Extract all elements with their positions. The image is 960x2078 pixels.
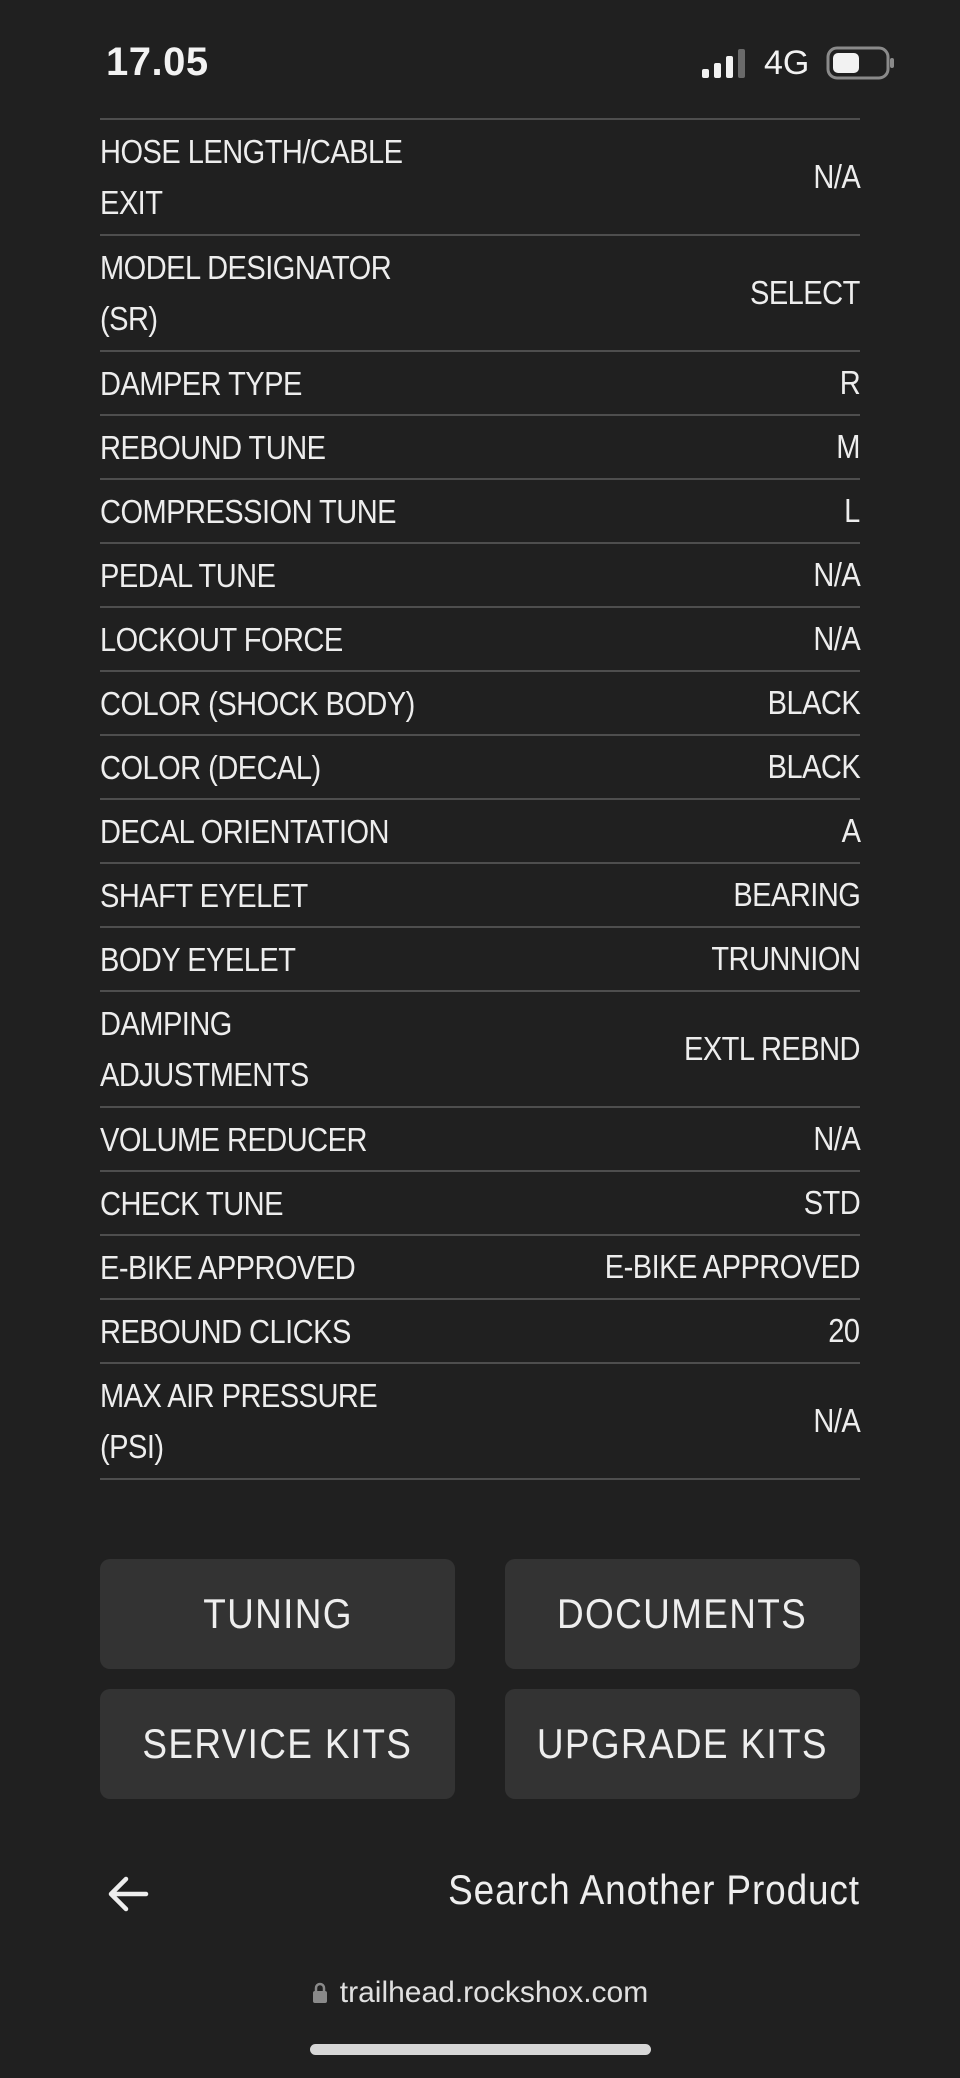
spec-row: REBOUND TUNE M xyxy=(100,416,861,480)
spec-value: BLACK xyxy=(767,748,860,785)
spec-label: REBOUND TUNE xyxy=(100,428,326,466)
spec-label: DECAL ORIENTATION xyxy=(100,812,390,850)
service-kits-button-label: SERVICE KITS xyxy=(142,1720,413,1767)
service-kits-button[interactable]: SERVICE KITS xyxy=(100,1689,455,1799)
documents-button-label: DOCUMENTS xyxy=(557,1590,808,1637)
upgrade-kits-button-label: UPGRADE KITS xyxy=(536,1720,829,1767)
spec-value: BEARING xyxy=(732,876,861,913)
status-time: 17.05 xyxy=(106,40,209,84)
spec-row: SHAFT EYELET BEARING xyxy=(100,864,861,928)
spec-row: LOCKOUT FORCE N/A xyxy=(100,608,861,672)
tuning-button[interactable]: TUNING xyxy=(100,1559,455,1669)
spec-row: DAMPER TYPE R xyxy=(100,352,861,416)
spec-value: N/A xyxy=(813,1402,860,1439)
spec-table: HOSE LENGTH/CABLE EXIT N/A MODEL DESIGNATO… xyxy=(100,118,861,1480)
spec-label: LOCKOUT FORCE xyxy=(100,620,343,658)
home-indicator[interactable] xyxy=(310,2044,651,2055)
network-label: 4G xyxy=(764,44,810,82)
battery-icon xyxy=(826,46,894,80)
spec-label: HOSE LENGTH/CABLE EXIT xyxy=(100,133,403,221)
spec-value: EXTL REBND xyxy=(684,1030,861,1067)
spec-row: MAX AIR PRESSURE (PSI) N/A xyxy=(100,1364,861,1480)
spec-label: MODEL DESIGNATOR (SR) xyxy=(100,249,392,337)
spec-label: CHECK TUNE xyxy=(100,1184,283,1222)
spec-label: E-BIKE APPROVED xyxy=(100,1248,356,1286)
lock-icon xyxy=(312,1982,327,2003)
spec-value: M xyxy=(836,428,860,465)
url-text: trailhead.rockshox.com xyxy=(339,1976,649,2009)
spec-label: MAX AIR PRESSURE (PSI) xyxy=(100,1377,378,1465)
upgrade-kits-button[interactable]: UPGRADE KITS xyxy=(505,1689,860,1799)
spec-row: PEDAL TUNE N/A xyxy=(100,544,861,608)
spec-row: COLOR (SHOCK BODY) BLACK xyxy=(100,672,861,736)
spec-label: VOLUME REDUCER xyxy=(100,1120,367,1158)
spec-value: E-BIKE APPROVED xyxy=(604,1248,861,1285)
documents-button[interactable]: DOCUMENTS xyxy=(505,1559,860,1669)
spec-value: N/A xyxy=(813,158,860,195)
spec-row: VOLUME REDUCER N/A xyxy=(100,1108,861,1172)
browser-url-bar[interactable]: trailhead.rockshox.com xyxy=(0,1976,960,2010)
spec-label: COLOR (DECAL) xyxy=(100,748,321,786)
spec-label: DAMPING ADJUSTMENTS xyxy=(100,1005,309,1093)
spec-row: COLOR (DECAL) BLACK xyxy=(100,736,861,800)
spec-value: N/A xyxy=(813,556,860,593)
spec-label: SHAFT EYELET xyxy=(100,876,308,914)
spec-row: REBOUND CLICKS 20 xyxy=(100,1300,861,1364)
arrow-left-icon[interactable] xyxy=(104,1870,152,1918)
spec-row: HOSE LENGTH/CABLE EXIT N/A xyxy=(100,120,861,236)
spec-value: 20 xyxy=(828,1312,861,1349)
spec-value: SELECT xyxy=(750,274,860,311)
spec-label: BODY EYELET xyxy=(100,940,296,978)
spec-row: CHECK TUNE STD xyxy=(100,1172,861,1236)
spec-value: TRUNNION xyxy=(710,940,861,977)
spec-label: COMPRESSION TUNE xyxy=(100,492,397,530)
spec-value: N/A xyxy=(813,1120,860,1157)
spec-row: BODY EYELET TRUNNION xyxy=(100,928,861,992)
spec-label: COLOR (SHOCK BODY) xyxy=(100,684,415,722)
signal-icon xyxy=(702,49,745,78)
spec-row: E-BIKE APPROVED E-BIKE APPROVED xyxy=(100,1236,861,1300)
spec-value: A xyxy=(841,812,860,849)
spec-value: R xyxy=(839,364,861,401)
spec-value: BLACK xyxy=(767,684,860,721)
spec-label: REBOUND CLICKS xyxy=(100,1312,351,1350)
spec-value: STD xyxy=(803,1184,861,1221)
status-bar: 17.05 4G xyxy=(0,0,960,120)
spec-row: COMPRESSION TUNE L xyxy=(100,480,861,544)
spec-row: DAMPING ADJUSTMENTS EXTL REBND xyxy=(100,992,861,1108)
search-another-product-link[interactable]: Search Another Product xyxy=(448,1866,860,1914)
spec-row: DECAL ORIENTATION A xyxy=(100,800,861,864)
spec-label: DAMPER TYPE xyxy=(100,364,302,402)
spec-value: N/A xyxy=(813,620,860,657)
spec-row: MODEL DESIGNATOR (SR) SELECT xyxy=(100,236,861,352)
spec-value: L xyxy=(844,492,860,529)
spec-label: PEDAL TUNE xyxy=(100,556,276,594)
tuning-button-label: TUNING xyxy=(202,1590,353,1637)
